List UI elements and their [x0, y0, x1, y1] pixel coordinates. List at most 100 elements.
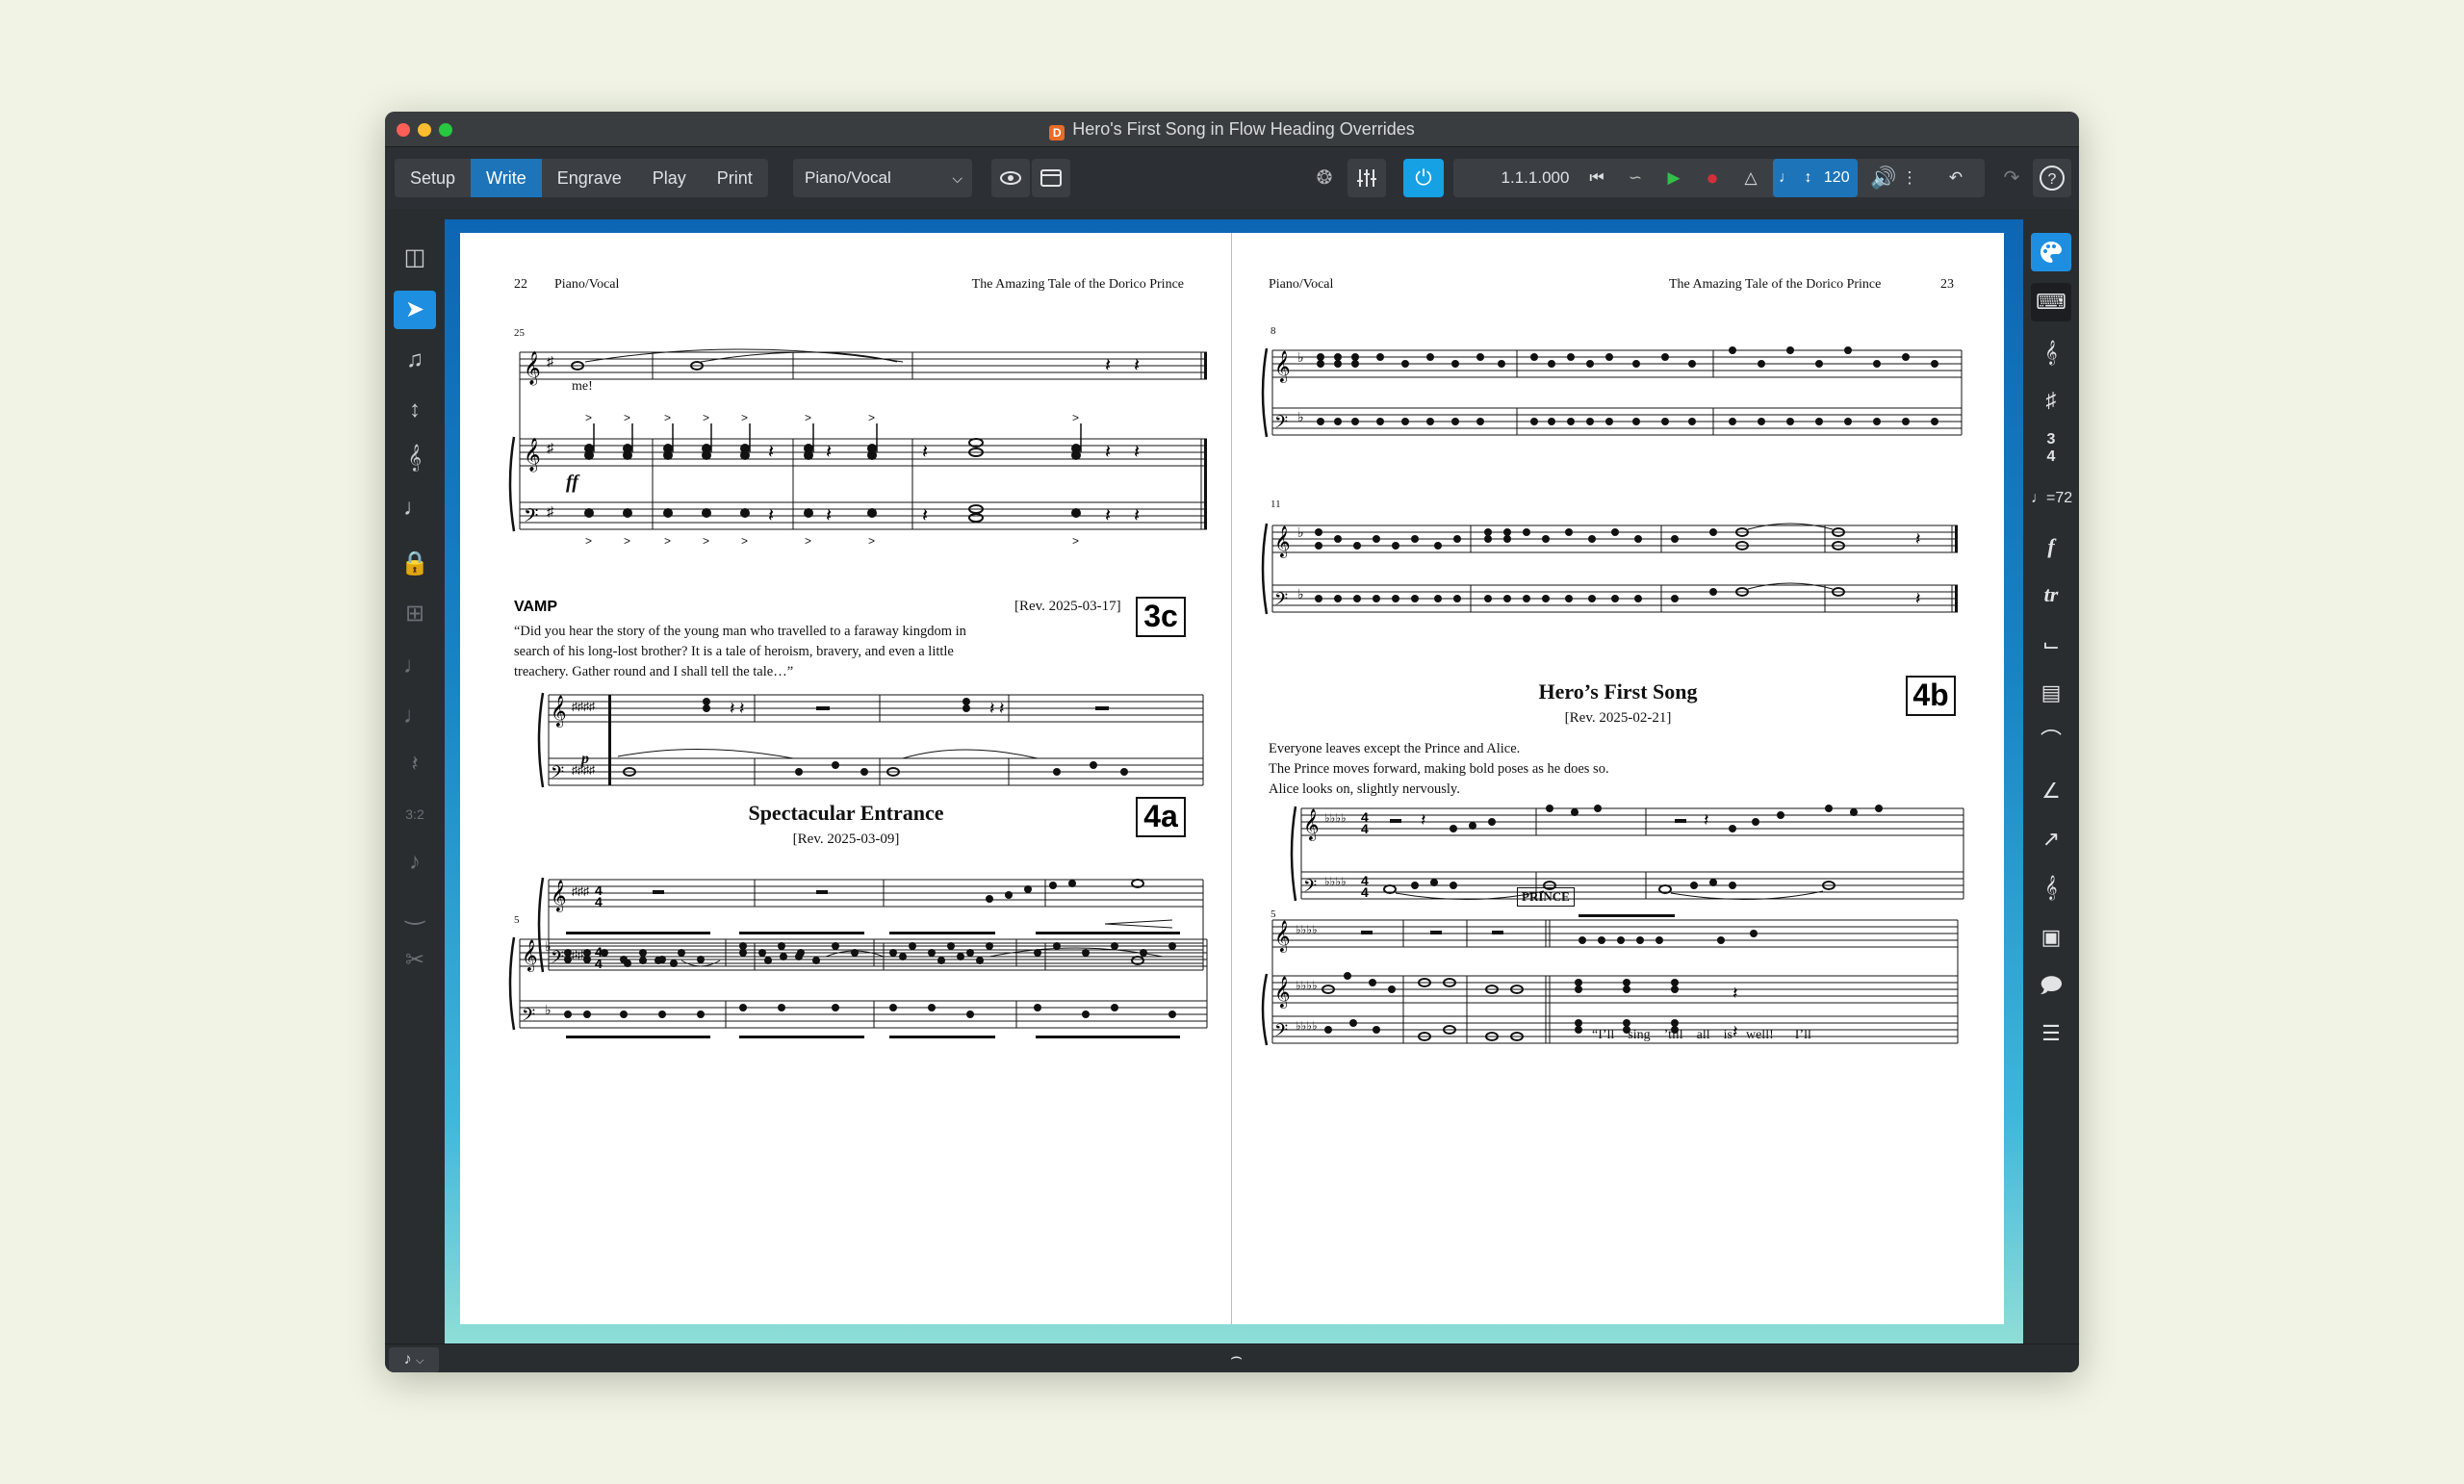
time-signature-icon[interactable]: 34: [2031, 429, 2071, 470]
score-view[interactable]: 22 Piano/Vocal The Amazing Tale of the D…: [445, 219, 2023, 1343]
narration-text: “Did you hear the story of the young man…: [514, 624, 966, 679]
svg-text:𝄽: 𝄽: [1421, 810, 1426, 831]
holds-pauses-icon[interactable]: ⌒: [2031, 722, 2071, 760]
scissors-icon[interactable]: ✂: [394, 941, 436, 980]
properties-palette-icon[interactable]: [2031, 233, 2071, 271]
comments-icon[interactable]: 🗩: [2031, 966, 2071, 1005]
playing-techniques-icon[interactable]: ∠: [2031, 772, 2071, 810]
record-icon[interactable]: ●: [1698, 159, 1727, 197]
play-icon[interactable]: ▶: [1659, 159, 1688, 197]
layout-selector[interactable]: Piano/Vocal ⌵: [793, 159, 972, 197]
more-options-icon[interactable]: ⋮: [1900, 159, 1919, 197]
svg-text:♭♭♭♭: ♭♭♭♭: [1296, 1019, 1318, 1033]
layout-selector-value: Piano/Vocal: [805, 168, 891, 187]
grace-note-icon[interactable]: 𝄞: [394, 439, 436, 477]
mode-write[interactable]: Write: [471, 159, 542, 197]
video-reel-icon[interactable]: ❂: [1307, 159, 1342, 197]
svg-text:>: >: [624, 534, 630, 548]
chord-input-icon[interactable]: ↕: [394, 391, 436, 429]
svg-text:𝄢: 𝄢: [524, 504, 538, 531]
svg-text:>: >: [624, 411, 630, 424]
note-duration-menu-button[interactable]: ♪ ⌵: [389, 1347, 439, 1372]
tuplet-icon[interactable]: 3:2: [394, 795, 436, 833]
clef-icon[interactable]: 𝄞: [2031, 333, 2071, 371]
fast-forward-icon[interactable]: ∽: [1621, 159, 1650, 197]
chevron-down-icon: ⌵: [952, 170, 962, 186]
flow-title: Hero’s First Song: [1538, 679, 1698, 704]
volume-icon[interactable]: 🔊: [1869, 159, 1898, 197]
chevron-down-icon: ⌵: [416, 1355, 424, 1367]
show-bottom-panel-icon[interactable]: ⌢: [1230, 1346, 1243, 1369]
svg-text:𝄽: 𝄽: [739, 699, 745, 719]
svg-text:𝄽: 𝄽: [1704, 810, 1709, 831]
mode-switcher: Setup Write Engrave Play Print: [395, 159, 768, 197]
keyboard-icon[interactable]: ⌨: [2031, 283, 2071, 321]
rewind-icon[interactable]: ⏮: [1582, 159, 1611, 197]
hide-left-panel-icon[interactable]: ◫: [394, 239, 436, 277]
music-system-entrance-2: 𝄞 𝄢 ♭ ♭: [508, 932, 1208, 1038]
character-name: PRINCE: [1517, 887, 1575, 907]
score-page-right: Piano/Vocal The Amazing Tale of the Dori…: [1232, 233, 2004, 1324]
svg-text:♭: ♭: [1297, 525, 1304, 540]
help-icon[interactable]: ?: [2033, 159, 2071, 197]
svg-text:𝄽: 𝄽: [922, 503, 928, 526]
svg-text:♯♯♯: ♯♯♯: [572, 884, 589, 898]
add-note-icon[interactable]: ♩: [394, 647, 436, 685]
page-number: 23: [1940, 277, 1954, 292]
svg-text:𝄽: 𝄽: [1915, 529, 1921, 550]
svg-text:>: >: [585, 411, 592, 424]
repeat-endings-icon[interactable]: ⌙: [2031, 626, 2071, 664]
toolbar: Setup Write Engrave Play Print Piano/Voc…: [385, 147, 2079, 209]
tempo-adjust-icon: ↕: [1804, 169, 1812, 186]
key-signature-icon[interactable]: ♯: [2031, 381, 2071, 420]
dotted-note-icon[interactable]: ♩: [394, 697, 436, 735]
mode-setup[interactable]: Setup: [395, 159, 471, 197]
lock-duration-icon[interactable]: 🔒: [394, 545, 436, 583]
mixer-icon[interactable]: [1348, 159, 1386, 197]
tie-icon[interactable]: ‿: [394, 893, 436, 932]
playhead-position: 1.1.1.000: [1501, 168, 1570, 187]
dynamic-ff: ff: [566, 472, 578, 493]
redo-icon[interactable]: ↷: [1994, 159, 2029, 197]
tempo-icon[interactable]: ♩=72: [2031, 479, 2072, 518]
slash-note-icon[interactable]: ♪: [394, 843, 436, 882]
lines-icon[interactable]: ↗: [2031, 820, 2071, 858]
page-view-icon[interactable]: [1032, 159, 1070, 197]
rest-icon[interactable]: 𝄽: [394, 745, 436, 783]
insert-mode-icon[interactable]: ♩: [394, 489, 436, 527]
tempo-value: 120: [1823, 169, 1850, 186]
mode-play[interactable]: Play: [637, 159, 702, 197]
svg-text:4: 4: [595, 894, 603, 909]
eye-icon[interactable]: [991, 159, 1030, 197]
select-pointer-icon[interactable]: ➤: [394, 291, 436, 329]
undo-icon[interactable]: ↶: [1935, 159, 1977, 197]
svg-text:>: >: [585, 534, 592, 548]
cues-clapperboard-icon[interactable]: ▣: [2031, 918, 2071, 957]
repeat-structures-icon[interactable]: 𝄞: [2031, 868, 2071, 907]
svg-text:𝄢: 𝄢: [522, 1006, 535, 1030]
svg-text:>: >: [664, 534, 671, 548]
layout-name: Piano/Vocal: [1269, 277, 1334, 292]
page-number: 22: [514, 277, 527, 292]
svg-text:♭♭♭♭: ♭♭♭♭: [1296, 979, 1318, 992]
svg-text:4: 4: [1361, 884, 1369, 900]
force-duration-icon[interactable]: ⊞: [394, 595, 436, 633]
music-system-a: 𝄞 𝄢 ♭ ♭: [1261, 346, 1963, 438]
svg-text:>: >: [664, 411, 671, 424]
mode-engrave[interactable]: Engrave: [542, 159, 637, 197]
dynamics-icon[interactable]: f: [2031, 527, 2071, 566]
tempo-control[interactable]: ♩ ↕ 120: [1773, 159, 1858, 197]
ornaments-icon[interactable]: tr: [2031, 576, 2071, 614]
note-input-icon[interactable]: ♫: [394, 341, 436, 379]
checklist-icon[interactable]: ☰: [2031, 1014, 2071, 1053]
svg-text:𝄞: 𝄞: [551, 880, 567, 912]
stage-direction-line: Everyone leaves except the Prince and Al…: [1269, 741, 1521, 756]
svg-text:>: >: [741, 411, 748, 424]
bars-icon[interactable]: ▤: [2031, 674, 2071, 712]
svg-text:♭: ♭: [1297, 349, 1304, 365]
svg-text:>: >: [741, 534, 748, 548]
metronome-icon[interactable]: △: [1736, 159, 1765, 197]
eighth-note-icon: ♪: [403, 1351, 412, 1368]
activate-audio-engine-button[interactable]: ⏻: [1403, 159, 1444, 197]
mode-print[interactable]: Print: [702, 159, 768, 197]
